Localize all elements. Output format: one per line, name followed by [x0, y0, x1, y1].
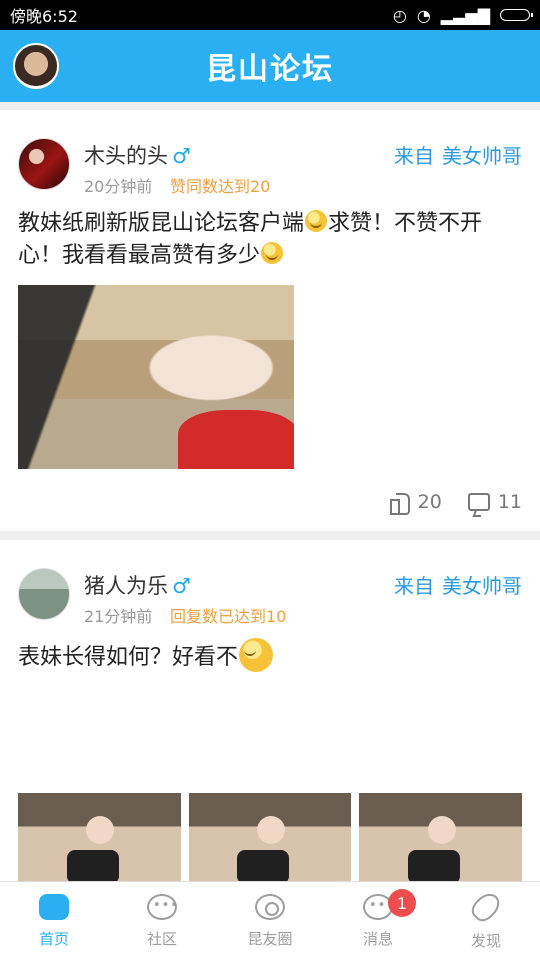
tab-messages[interactable]: 消息	[324, 882, 432, 960]
post-text[interactable]: 表妹长得如何？好看不	[18, 638, 526, 674]
rocket-icon	[467, 888, 505, 925]
tab-label: 首页	[38, 929, 69, 948]
post-photo[interactable]	[188, 793, 352, 881]
source-prefix: 来自	[394, 574, 434, 598]
community-icon	[147, 893, 179, 920]
source-forum[interactable]: 来自 美女帅哥	[386, 570, 522, 599]
comment-button[interactable]: 11	[467, 491, 522, 513]
signal-icon: ▂▃▅▇	[440, 5, 490, 25]
post-actions: 20 11	[388, 491, 522, 515]
achievement-badge: 回复数已达到10	[170, 607, 287, 626]
male-icon: ♂	[172, 144, 191, 168]
comment-count: 11	[497, 491, 522, 513]
profile-avatar[interactable]	[13, 43, 59, 89]
source-name[interactable]: 美女帅哥	[442, 574, 522, 598]
tab-community[interactable]: 社区	[108, 882, 216, 960]
like-button[interactable]: 20	[388, 491, 442, 515]
laugh-emoji-icon	[261, 242, 284, 264]
male-icon: ♂	[172, 574, 191, 598]
page-title: 昆山论坛	[206, 52, 334, 87]
post-card[interactable]: 木头的头 ♂ 20分钟前 赞同数达到20 来自 美女帅哥 教妹纸刷新版昆山论坛客户端…	[0, 110, 540, 531]
status-time: 傍晚6:52	[10, 7, 78, 26]
post-card[interactable]: 猪人为乐 ♂ 21分钟前 回复数已达到10 来自 美女帅哥 表妹长得如何？好看不	[0, 540, 540, 881]
wifi-icon: ◔	[416, 5, 431, 25]
source-forum[interactable]: 来自 美女帅哥	[386, 140, 522, 169]
author-avatar[interactable]	[18, 568, 70, 620]
tab-friends-circle[interactable]: 昆友圈	[216, 882, 324, 960]
status-bar: 傍晚6:52 ◴ ◔ ▂▃▅▇	[0, 0, 540, 30]
tab-label: 昆友圈	[247, 929, 293, 948]
post-time: 21分钟前	[84, 607, 153, 626]
tab-discover[interactable]: 发现	[432, 882, 540, 960]
thumb-up-icon	[388, 491, 410, 515]
author-name[interactable]: 木头的头 ♂	[84, 140, 191, 170]
post-photo-grid	[18, 793, 523, 881]
bottom-tab-bar: 首页 社区 昆友圈 消息 发现	[0, 881, 540, 960]
smile-emoji-icon	[305, 210, 328, 232]
achievement-badge: 赞同数达到20	[170, 177, 271, 196]
eye-circle-icon	[255, 893, 285, 920]
author-avatar[interactable]	[18, 138, 70, 190]
alarm-icon: ◴	[392, 5, 407, 25]
chat-bubbles-icon	[39, 893, 69, 920]
tab-label: 消息	[362, 929, 393, 948]
source-name[interactable]: 美女帅哥	[442, 144, 522, 168]
post-feed[interactable]: 木头的头 ♂ 20分钟前 赞同数达到20 来自 美女帅哥 教妹纸刷新版昆山论坛客户端…	[0, 102, 540, 881]
message-count-badge: 1	[388, 889, 416, 917]
post-text[interactable]: 教妹纸刷新版昆山论坛客户端 求赞！不赞不开心！我看看最高赞有多少	[18, 208, 526, 272]
post-time: 20分钟前	[84, 177, 153, 196]
post-photo[interactable]	[18, 793, 181, 881]
post-photo[interactable]	[359, 793, 523, 881]
tab-label: 社区	[146, 929, 177, 948]
comment-icon	[467, 493, 490, 511]
battery-icon	[500, 9, 533, 21]
tab-label: 发现	[470, 931, 501, 950]
post-photo[interactable]	[18, 285, 294, 469]
source-prefix: 来自	[394, 144, 434, 168]
like-count: 20	[417, 491, 442, 513]
smile-emoji-icon	[239, 638, 274, 672]
app-header: 昆山论坛	[0, 30, 540, 102]
tab-home[interactable]: 首页	[0, 882, 108, 960]
status-icons: ◴ ◔ ▂▃▅▇	[392, 5, 533, 25]
author-name[interactable]: 猪人为乐 ♂	[84, 570, 191, 600]
